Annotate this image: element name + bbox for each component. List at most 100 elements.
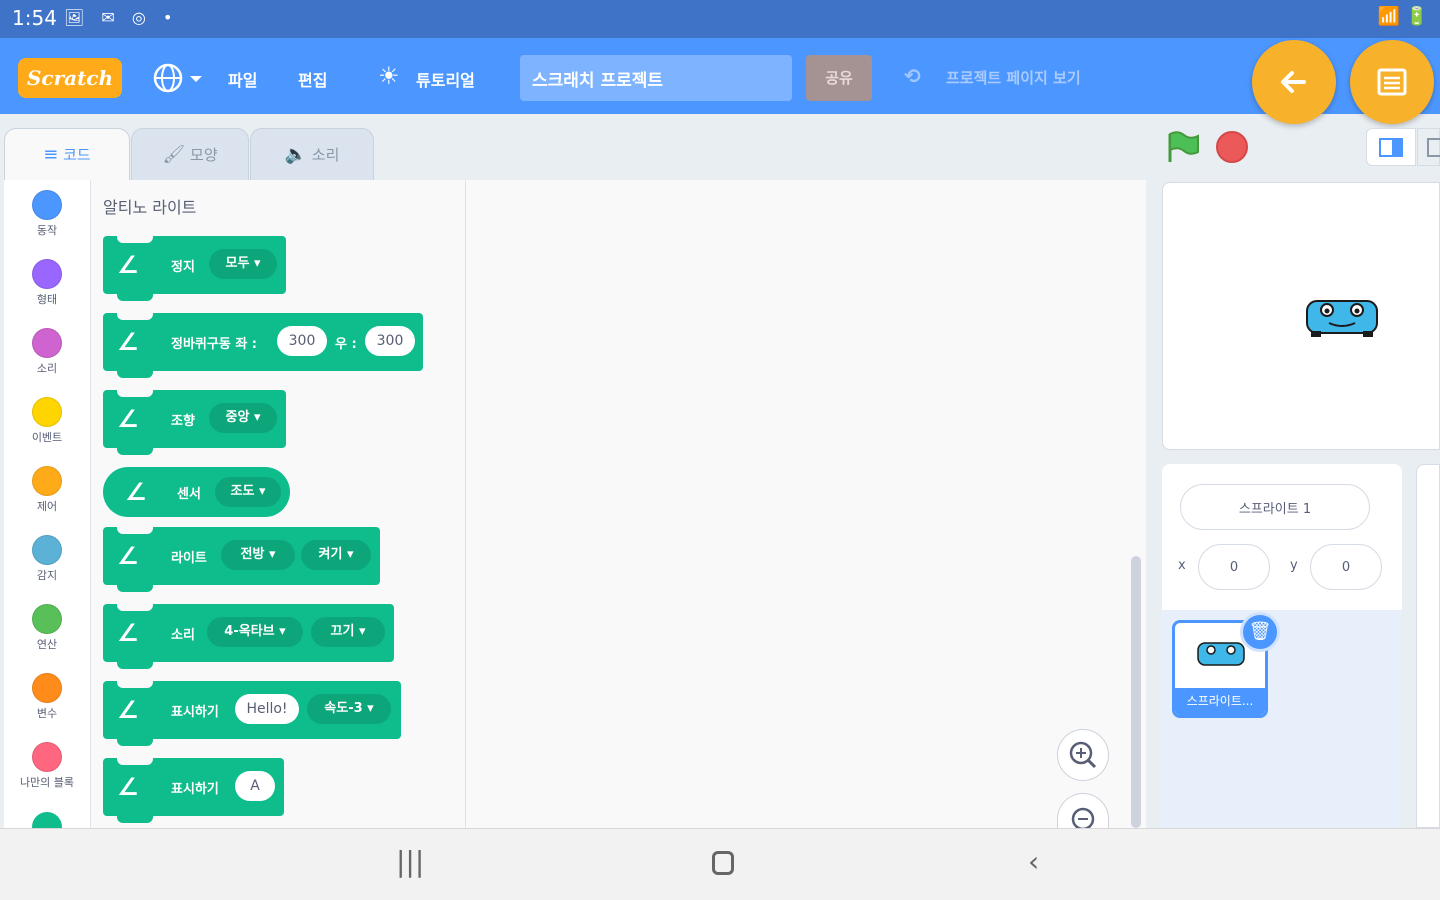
block-dropdown[interactable]: 끄기 ▾ xyxy=(311,617,385,647)
category-item[interactable]: 동작 xyxy=(4,190,90,238)
block-label: 조향 xyxy=(171,414,195,429)
block-light[interactable]: ∠ 라이트 전방 ▾ 켜기 ▾ xyxy=(103,526,380,592)
block-text-input[interactable]: Hello! xyxy=(235,694,299,724)
brush-icon: 🖌 xyxy=(162,144,186,165)
altino-icon: ∠ xyxy=(125,478,147,506)
block-display-text[interactable]: ∠ 표시하기 Hello! 속도-3 ▾ xyxy=(103,680,401,746)
lightbulb-icon: ☀ xyxy=(378,62,400,90)
altino-icon: ∠ xyxy=(117,405,139,433)
altino-icon: ∠ xyxy=(117,251,139,279)
large-stage-icon xyxy=(1427,138,1440,157)
list-icon xyxy=(1377,68,1407,96)
x-position-input[interactable] xyxy=(1198,544,1270,590)
category-item[interactable]: 연산 xyxy=(4,604,90,652)
scratch-logo[interactable]: Scratch xyxy=(18,58,122,98)
notification-icons: 🖼 ✉ ◎ • xyxy=(64,8,179,27)
category-label: 감지 xyxy=(36,569,58,582)
altino-car-thumb-icon xyxy=(1197,642,1245,666)
recents-icon[interactable]: ||| xyxy=(396,845,424,878)
altino-icon: ∠ xyxy=(117,542,139,570)
block-dropdown[interactable]: 모두 ▾ xyxy=(209,249,277,279)
large-stage-button[interactable] xyxy=(1417,128,1440,166)
category-item[interactable]: 형태 xyxy=(4,259,90,307)
block-dropdown[interactable]: 중앙 ▾ xyxy=(209,403,277,433)
block-sound[interactable]: ∠ 소리 4-옥타브 ▾ 끄기 ▾ xyxy=(103,603,394,669)
category-label: 이벤트 xyxy=(31,431,63,444)
see-project-page-button[interactable]: ⟲ 프로젝트 페이지 보기 xyxy=(904,64,1114,94)
category-label: 소리 xyxy=(36,362,58,375)
stage-canvas[interactable] xyxy=(1162,182,1440,450)
share-button[interactable]: 공유 xyxy=(806,55,872,101)
block-label: 센서 xyxy=(177,487,201,502)
sprite-name-input[interactable] xyxy=(1180,484,1370,530)
block-label: 소리 xyxy=(171,628,195,643)
category-label: 변수 xyxy=(36,707,58,720)
stop-icon[interactable] xyxy=(1216,131,1248,163)
tutorials-button[interactable]: ☀ 튜토리얼 xyxy=(378,62,488,94)
workspace-scrollbar[interactable] xyxy=(1131,556,1141,828)
category-item[interactable]: 나만의 블록 xyxy=(4,742,90,790)
block-label: 라이트 xyxy=(171,551,207,566)
delete-sprite-button[interactable]: 🗑 xyxy=(1240,612,1280,652)
block-label: 표시하기 xyxy=(171,782,219,797)
category-color-dot xyxy=(32,604,62,634)
block-drive[interactable]: ∠ 정바퀴구동 좌 : 300 우 : 300 xyxy=(103,312,423,378)
y-position-input[interactable] xyxy=(1310,544,1382,590)
tab-costumes[interactable]: 🖌 모양 xyxy=(131,128,249,180)
menu-fab-button[interactable] xyxy=(1350,40,1434,124)
project-title-input[interactable] xyxy=(520,55,792,101)
block-dropdown[interactable]: 속도-3 ▾ xyxy=(307,694,391,724)
tab-costumes-label: 모양 xyxy=(190,146,218,164)
palette-category-title: 알티노 라이트 xyxy=(103,198,197,217)
block-palette: 알티노 라이트 ∠ 정지 모두 ▾ ∠ 정바퀴구동 좌 : 300 우 : 30… xyxy=(91,180,466,828)
category-color-dot xyxy=(32,328,62,358)
category-color-dot xyxy=(32,742,62,772)
altino-car-sprite[interactable] xyxy=(1303,291,1383,341)
back-icon[interactable]: ‹ xyxy=(1028,845,1039,878)
category-item[interactable]: 감지 xyxy=(4,535,90,583)
block-stop[interactable]: ∠ 정지 모두 ▾ xyxy=(103,235,286,301)
file-menu[interactable]: 파일 xyxy=(228,67,257,91)
y-label: y xyxy=(1290,558,1298,573)
category-item[interactable]: 소리 xyxy=(4,328,90,376)
green-flag-icon[interactable] xyxy=(1166,130,1200,164)
block-dropdown[interactable]: 4-옥타브 ▾ xyxy=(207,617,303,647)
block-number-input[interactable]: 300 xyxy=(277,326,327,356)
home-icon[interactable] xyxy=(712,851,734,875)
category-item[interactable]: 이벤트 xyxy=(4,397,90,445)
speaker-icon: 🔈 xyxy=(284,144,308,165)
script-workspace[interactable] xyxy=(466,180,1146,828)
tab-code[interactable]: ≡ 코드 xyxy=(4,128,130,180)
block-dropdown[interactable]: 켜기 ▾ xyxy=(301,540,371,570)
category-label: 연산 xyxy=(36,638,58,651)
category-item[interactable]: 변수 xyxy=(4,673,90,721)
category-label: 제어 xyxy=(36,500,58,513)
small-stage-button[interactable] xyxy=(1366,128,1416,166)
tab-sounds-label: 소리 xyxy=(311,146,340,164)
category-color-dot xyxy=(32,397,62,427)
back-fab-button[interactable] xyxy=(1252,40,1336,124)
altino-icon: ∠ xyxy=(117,328,139,356)
stage-target-pane[interactable] xyxy=(1416,464,1440,828)
altino-icon: ∠ xyxy=(117,773,139,801)
block-sensor-reporter[interactable]: ∠ 센서 조도 ▾ xyxy=(103,467,290,517)
category-item[interactable]: 제어 xyxy=(4,466,90,514)
block-number-input[interactable]: 300 xyxy=(365,326,415,356)
tutorials-label: 튜토리얼 xyxy=(416,71,475,90)
block-dropdown[interactable]: 조도 ▾ xyxy=(215,477,281,507)
edit-menu[interactable]: 편집 xyxy=(298,67,327,91)
category-color-dot xyxy=(32,190,62,220)
sprite-thumbnail-label: 스프라이트... xyxy=(1175,688,1265,715)
zoom-out-icon xyxy=(1071,807,1095,828)
zoom-in-button[interactable] xyxy=(1057,729,1109,781)
tab-sounds[interactable]: 🔈 소리 xyxy=(250,128,374,180)
block-label: 표시하기 xyxy=(171,705,219,720)
category-color-dot xyxy=(32,466,62,496)
category-label: 형태 xyxy=(36,293,58,306)
language-menu[interactable] xyxy=(152,62,204,94)
block-dropdown[interactable]: 전방 ▾ xyxy=(221,540,295,570)
block-display-char[interactable]: ∠ 표시하기 A xyxy=(103,757,284,823)
block-steering[interactable]: ∠ 조향 중앙 ▾ xyxy=(103,389,286,455)
block-text-input[interactable]: A xyxy=(235,771,275,801)
block-label: 우 : xyxy=(335,337,357,352)
